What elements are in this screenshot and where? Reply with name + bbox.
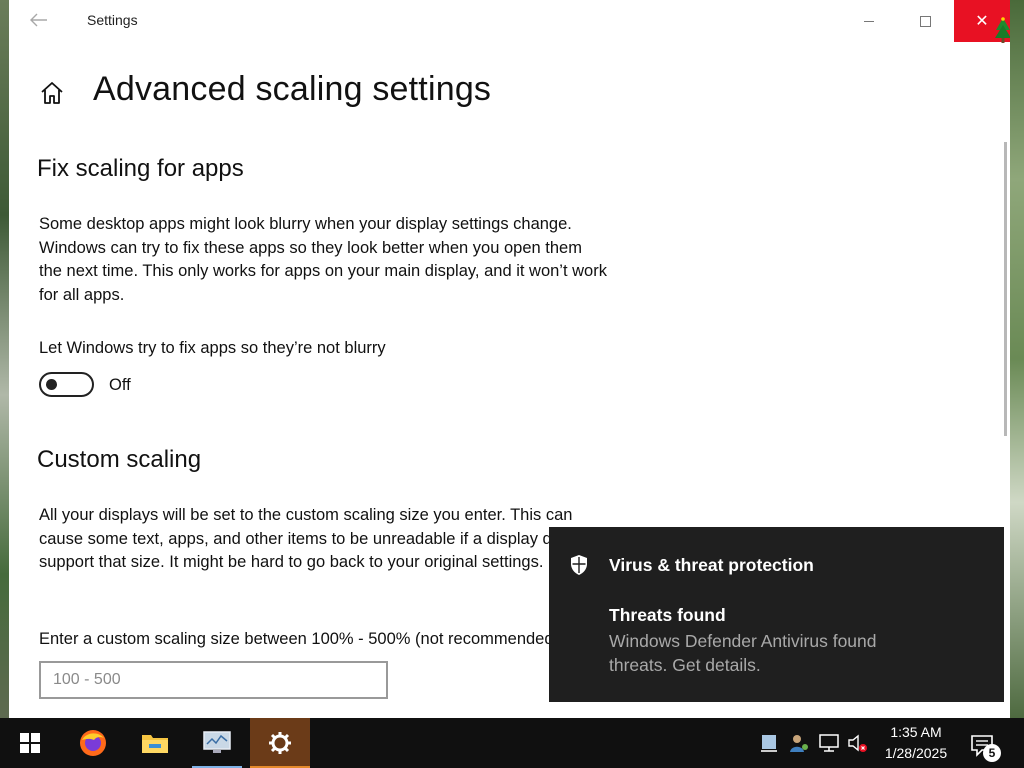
start-button[interactable] (5, 718, 55, 768)
desktop-background-left (0, 0, 9, 718)
folder-icon (142, 735, 168, 753)
page-title: Advanced scaling settings (93, 70, 492, 108)
fix-scaling-title: Fix scaling for apps (37, 155, 244, 182)
firefox-taskbar-button[interactable] (68, 718, 118, 768)
app-title: Settings (87, 12, 138, 28)
back-button[interactable] (27, 10, 51, 32)
network-monitor-icon[interactable] (818, 732, 840, 754)
christmas-tree-icon (995, 17, 1010, 43)
fix-scaling-description: Some desktop apps might look blurry when… (39, 215, 607, 304)
network-user-tray-icon[interactable] (788, 732, 810, 754)
clock-time: 1:35 AM (890, 724, 942, 740)
notification-count-badge: 5 (983, 744, 1001, 762)
close-icon: ✕ (975, 13, 989, 30)
windows-logo-icon (20, 733, 40, 753)
settings-taskbar-button[interactable] (250, 718, 310, 768)
system-monitor-taskbar-button[interactable] (192, 718, 242, 768)
back-arrow-icon (30, 13, 47, 27)
toggle-knob (46, 379, 57, 390)
scrollbar[interactable] (1004, 142, 1007, 436)
fix-apps-toggle[interactable] (39, 372, 94, 397)
monitor-icon (203, 731, 231, 753)
minimize-icon (864, 20, 874, 22)
custom-scaling-input[interactable] (39, 661, 388, 699)
custom-scaling-title: Custom scaling (37, 446, 202, 473)
defender-toast-notification[interactable]: Virus & threat protection Threats found … (549, 527, 1004, 702)
clock-date: 1/28/2025 (884, 745, 948, 761)
home-icon[interactable] (39, 80, 65, 106)
toggle-state-label: Off (109, 376, 131, 394)
fix-apps-toggle-label: Let Windows try to fix apps so they’re n… (39, 339, 386, 357)
custom-scaling-input-label: Enter a custom scaling size between 100%… (39, 630, 560, 648)
gear-icon (269, 732, 291, 754)
toast-heading: Threats found (609, 605, 726, 625)
toast-body: Windows Defender Antivirus found threats… (609, 631, 877, 675)
taskbar: 1:35 AM 1/28/2025 5 (0, 718, 1024, 768)
speaker-muted-icon[interactable] (846, 732, 868, 754)
custom-scaling-description: All your displays will be set to the cus… (39, 506, 596, 571)
file-explorer-taskbar-button[interactable] (130, 718, 180, 768)
desktop-background-right (1010, 0, 1024, 718)
tablet-tray-icon[interactable] (758, 732, 780, 754)
toast-app-name: Virus & threat protection (609, 555, 814, 575)
maximize-button[interactable] (902, 0, 948, 42)
title-bar: Settings ✕ (9, 0, 1010, 43)
firefox-icon (80, 730, 106, 756)
shield-icon (571, 555, 587, 575)
maximize-icon (919, 15, 931, 27)
minimize-button[interactable] (846, 0, 892, 42)
taskbar-clock[interactable]: 1:35 AM 1/28/2025 (876, 722, 956, 764)
